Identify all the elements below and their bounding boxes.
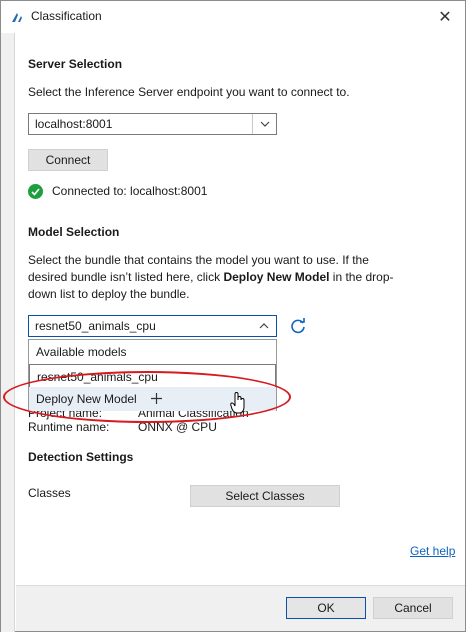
close-button[interactable]: ✕ [425,1,465,33]
left-strip [1,33,15,632]
window-title: Classification [31,9,102,23]
endpoint-select[interactable]: localhost:8001 [28,113,277,135]
refresh-icon[interactable] [289,317,307,335]
dialog-footer: OK Cancel [16,585,465,631]
detection-settings-title: Detection Settings [28,450,134,464]
connection-status: Connected to: localhost:8001 [52,184,208,198]
app-icon [12,13,22,22]
model-value: resnet50_animals_cpu [35,319,156,333]
model-instruction-line2: desired bundle isn’t listed here, click … [28,269,448,286]
model-instruction-line2-post: in the drop- [329,270,394,284]
close-icon: ✕ [438,9,452,26]
dropdown-header: Available models [36,345,127,359]
check-circle-icon [28,184,43,199]
chevron-up-icon[interactable] [252,316,276,336]
highlight-ellipse [3,371,291,423]
get-help-link[interactable]: Get help [410,544,455,558]
server-selection-title: Server Selection [28,57,123,71]
server-instruction: Select the Inference Server endpoint you… [28,85,350,99]
title-bar: Classification ✕ [1,1,465,33]
model-select[interactable]: resnet50_animals_cpu [28,315,277,337]
model-instruction-line2-pre: desired bundle isn’t listed here, click [28,270,224,284]
deploy-new-model-emphasis: Deploy New Model [223,270,330,284]
model-instruction-line1: Select the bundle that contains the mode… [28,253,369,267]
model-instruction-line3: down list to deploy the bundle. [28,287,190,301]
cancel-button[interactable]: Cancel [373,597,453,619]
endpoint-value: localhost:8001 [35,117,113,131]
ok-button[interactable]: OK [286,597,366,619]
select-classes-button[interactable]: Select Classes [190,485,340,507]
model-selection-title: Model Selection [28,225,120,239]
connect-button[interactable]: Connect [28,149,108,171]
model-instruction: Select the bundle that contains the mode… [28,252,448,303]
chevron-down-icon[interactable] [252,114,276,134]
classification-dialog: Classification ✕ Server Selection Select… [0,0,466,632]
classes-label: Classes [28,486,71,500]
runtime-label: Runtime name: [28,420,110,434]
